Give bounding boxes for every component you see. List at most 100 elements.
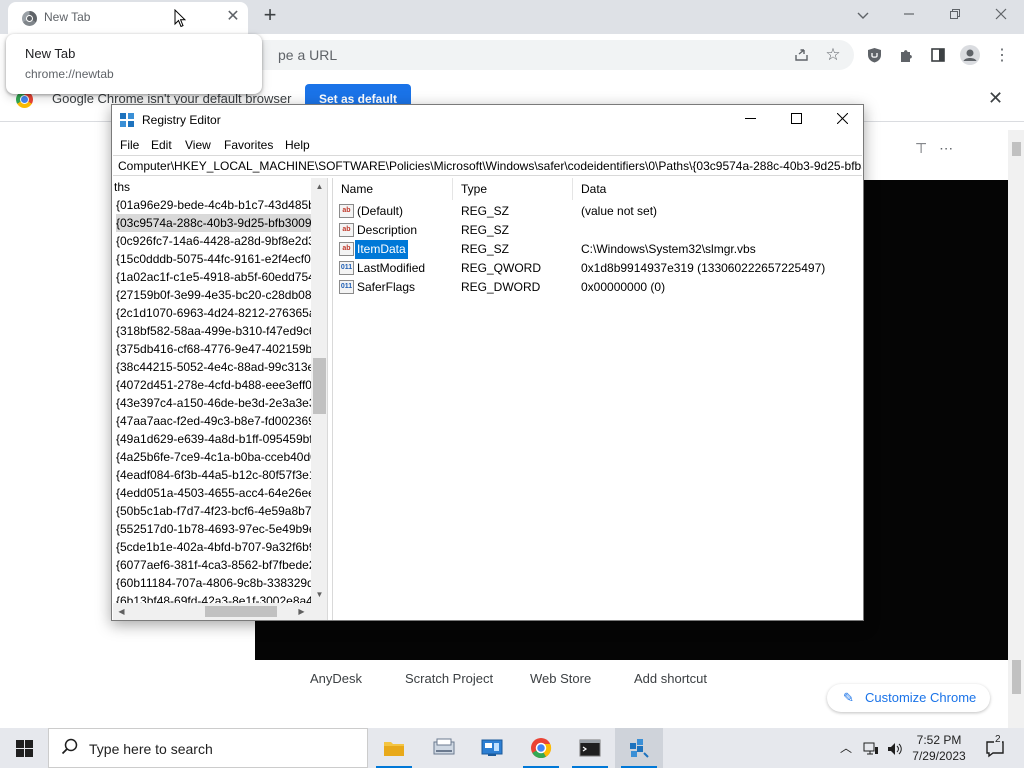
tree-key-item[interactable]: {38c44215-5052-4e4c-88ad-99c313e9: [116, 358, 321, 376]
shortcut-add[interactable]: Add shortcut: [634, 671, 707, 686]
close-window-button[interactable]: [981, 4, 1021, 28]
tree-key-item[interactable]: {49a1d629-e639-4a8d-b1ff-095459bf: [116, 430, 313, 448]
column-header-name[interactable]: Name: [333, 178, 453, 200]
tree-key-item[interactable]: {0c926fc7-14a6-4428-a28d-9bf8e2d3: [116, 232, 315, 250]
ntp-apps-icons[interactable]: ⊤ ⋯: [915, 140, 957, 157]
tab-close-icon[interactable]: ✕: [224, 8, 242, 26]
tray-overflow-chevron-icon[interactable]: ︿: [836, 728, 856, 768]
shortcut-web-store[interactable]: Web Store: [530, 671, 591, 686]
registry-value-row[interactable]: ab ItemData REG_SZ C:\Windows\System32\slmg…: [333, 239, 862, 260]
tree-key-item[interactable]: {552517d0-1b78-4693-97ec-5e49b9ea: [116, 520, 322, 538]
start-button[interactable]: [0, 728, 48, 768]
restore-button[interactable]: [935, 4, 975, 28]
value-name: ItemData: [354, 239, 409, 260]
side-panel-icon[interactable]: [925, 42, 951, 68]
tree-scroll-left-icon[interactable]: ◀: [113, 603, 130, 620]
volume-icon[interactable]: [884, 728, 906, 768]
infobar-close-icon[interactable]: ✕: [988, 88, 1003, 109]
column-header-type[interactable]: Type: [453, 178, 573, 200]
new-tab-button[interactable]: +: [258, 4, 282, 28]
regedit-close-button[interactable]: [819, 105, 865, 135]
tree-key-item[interactable]: {1a02ac1f-c1e5-4918-ab5f-60edd754: [116, 268, 315, 286]
scanner-app-icon[interactable]: [420, 728, 468, 768]
chrome-tab-new-tab[interactable]: New Tab ✕: [8, 2, 248, 34]
tree-scroll-down-icon[interactable]: ▼: [311, 586, 327, 603]
taskbar-clock[interactable]: 7:52 PM 7/29/2023: [908, 732, 970, 764]
notification-count: 2: [994, 734, 1002, 746]
string-value-icon: ab: [339, 242, 354, 256]
ublock-shield-icon[interactable]: [861, 42, 887, 68]
tree-key-item[interactable]: {2c1d1070-6963-4d24-8212-276365a6: [116, 304, 322, 322]
column-header-data[interactable]: Data: [573, 178, 862, 200]
share-icon[interactable]: [788, 42, 814, 68]
tree-hscroll-thumb[interactable]: [205, 606, 277, 617]
chrome-favicon-icon: [22, 11, 37, 26]
menu-file[interactable]: File: [120, 138, 139, 152]
tree-key-item[interactable]: {01a96e29-bede-4c4b-b1c7-43d485b: [116, 196, 315, 214]
windows-taskbar: Type here to search ︿ 7:52 PM 7/29/2023 …: [0, 728, 1024, 768]
profile-avatar-icon[interactable]: [957, 42, 983, 68]
extensions-puzzle-icon[interactable]: [893, 42, 919, 68]
tree-key-item[interactable]: {43e397c4-a150-46de-be3d-2e3a3e33: [116, 394, 322, 412]
tree-key-item[interactable]: {15c0dddb-5075-44fc-9161-e2f4ecf0: [116, 250, 311, 268]
menu-favorites[interactable]: Favorites: [224, 138, 273, 152]
page-scrollbar[interactable]: [1008, 130, 1024, 728]
windows-logo-icon: [16, 740, 24, 748]
network-icon[interactable]: [860, 728, 882, 768]
tree-key-item[interactable]: {6077aef6-381f-4ca3-8562-bf7fbede2: [116, 556, 316, 574]
tree-key-item[interactable]: {4eadf084-6f3b-44a5-b12c-80f57f3e1: [116, 466, 316, 484]
tree-key-item[interactable]: {4072d451-278e-4cfd-b488-eee3eff0: [116, 376, 312, 394]
tree-key-item[interactable]: {5cde1b1e-402a-4bfd-b707-9a32f6b9: [116, 538, 316, 556]
regedit-title-bar[interactable]: Registry Editor: [112, 105, 863, 135]
minimize-button[interactable]: [889, 4, 929, 28]
shortcut-anydesk[interactable]: AnyDesk: [310, 671, 362, 686]
registry-value-row[interactable]: 011 LastModified REG_QWORD 0x1d8b9914937e31…: [333, 259, 862, 278]
tree-vscroll-thumb[interactable]: [313, 358, 326, 414]
chrome-menu-icon[interactable]: ⋮: [989, 42, 1015, 68]
command-prompt-icon[interactable]: [566, 728, 614, 768]
customize-chrome-button[interactable]: ✎ Customize Chrome: [827, 684, 990, 712]
page-scroll-thumb[interactable]: [1012, 660, 1021, 694]
regedit-address-bar[interactable]: Computer\HKEY_LOCAL_MACHINE\SOFTWARE\Pol…: [113, 155, 862, 176]
regedit-key-tree[interactable]: ths {01a96e29-bede-4c4b-b1c7-43d485b {03c9…: [113, 178, 328, 620]
regedit-maximize-button[interactable]: [773, 105, 819, 135]
page-scroll-thumb-top[interactable]: [1012, 142, 1021, 156]
tree-vertical-scrollbar[interactable]: ▲ ▼: [311, 178, 327, 603]
tree-key-item[interactable]: {60b11184-707a-4806-9c8b-338329d9: [116, 574, 320, 592]
tree-key-item[interactable]: {47aa7aac-f2ed-49c3-b8e7-fd002369: [116, 412, 315, 430]
taskbar-search-box[interactable]: Type here to search: [48, 728, 368, 768]
menu-edit[interactable]: Edit: [151, 138, 172, 152]
bookmark-star-icon[interactable]: ☆: [820, 42, 846, 68]
tree-key-item[interactable]: {318bf582-58aa-499e-b310-f47ed9c6: [116, 322, 316, 340]
tree-key-item[interactable]: {27159b0f-3e99-4e35-bc20-c28db08a: [116, 286, 318, 304]
registry-value-row[interactable]: ab Description REG_SZ: [333, 221, 862, 240]
file-explorer-icon[interactable]: [370, 728, 418, 768]
notification-center-icon[interactable]: 2: [980, 728, 1010, 768]
registry-value-row[interactable]: ab (Default) REG_SZ (value not set): [333, 202, 862, 221]
customize-chrome-label: Customize Chrome: [865, 690, 977, 705]
tree-key-item[interactable]: {375db416-cf68-4776-9e47-402159ba: [116, 340, 319, 358]
mouse-cursor-icon: [174, 9, 186, 28]
tab-search-icon[interactable]: [843, 4, 883, 28]
tree-parent-key[interactable]: ths: [114, 178, 130, 196]
hover-card-title: New Tab: [25, 46, 76, 61]
tree-scroll-right-icon[interactable]: ▶: [293, 603, 310, 620]
regedit-minimize-button[interactable]: [727, 105, 773, 135]
tree-horizontal-scrollbar[interactable]: ◀ ▶: [113, 603, 327, 620]
binary-value-icon: 011: [339, 261, 354, 275]
clock-time: 7:52 PM: [916, 733, 962, 747]
tree-key-item[interactable]: {4a25b6fe-7ce9-4c1a-b0ba-cceb40d0: [116, 448, 317, 466]
control-panel-icon[interactable]: [468, 728, 516, 768]
menu-view[interactable]: View: [185, 138, 211, 152]
tree-scroll-up-icon[interactable]: ▲: [311, 178, 327, 195]
chrome-taskbar-icon[interactable]: [517, 728, 565, 768]
regedit-taskbar-icon[interactable]: [615, 728, 663, 768]
binary-value-icon: 011: [339, 280, 354, 294]
menu-help[interactable]: Help: [285, 138, 310, 152]
shortcut-scratch-project[interactable]: Scratch Project: [405, 671, 493, 686]
tree-key-item[interactable]: {4edd051a-4503-4655-acc4-64e26ee6: [116, 484, 322, 502]
tree-key-item[interactable]: {50b5c1ab-f7d7-4f23-bcf6-4e59a8b7: [116, 502, 312, 520]
registry-value-row[interactable]: 011 SaferFlags REG_DWORD 0x00000000 (0): [333, 278, 862, 297]
tree-key-item[interactable]: {03c9574a-288c-40b3-9d25-bfb3009c: [116, 214, 318, 232]
regedit-values-list[interactable]: Name Type Data ab (Default) REG_SZ (value n…: [332, 178, 862, 620]
